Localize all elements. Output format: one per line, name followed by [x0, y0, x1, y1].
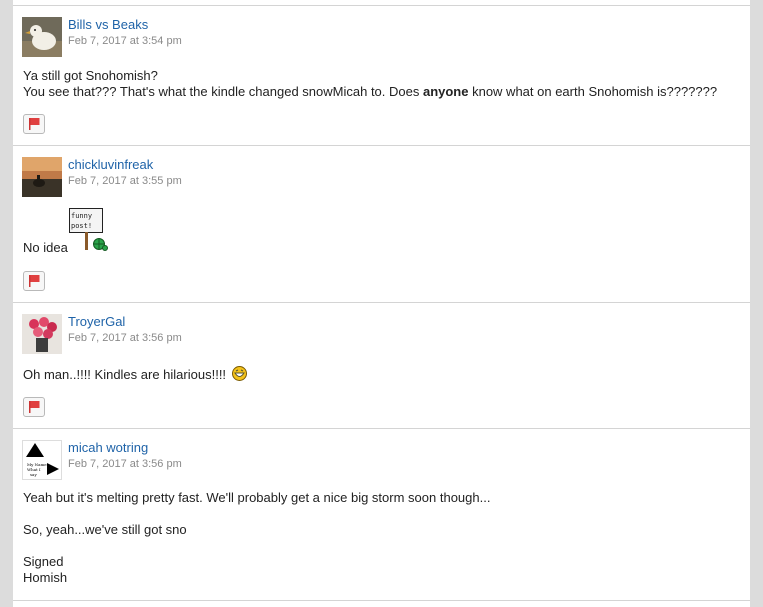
avatar[interactable] — [22, 17, 62, 57]
comment-post: My Name What I say micah wotring Feb 7, … — [13, 428, 750, 601]
post-timestamp: Feb 7, 2017 at 3:54 pm — [68, 35, 182, 47]
svg-text:funny: funny — [71, 212, 92, 220]
post-text-part: Oh man..!!!! Kindles are hilarious!!!! — [23, 367, 227, 382]
post-text: No idea — [23, 240, 68, 255]
svg-text:post!: post! — [71, 222, 92, 230]
flag-icon — [29, 275, 40, 287]
comment-post: TroyerGal Feb 7, 2017 at 3:56 pm Oh man.… — [13, 302, 750, 429]
avatar[interactable]: My Name What I say — [22, 440, 62, 480]
flag-icon — [29, 118, 40, 130]
post-text: Homish — [23, 570, 68, 585]
author-name[interactable]: chickluvinfreak — [68, 157, 153, 172]
author-name[interactable]: micah wotring — [68, 440, 148, 455]
author-name[interactable]: Bills vs Beaks — [68, 17, 148, 32]
post-text-part: You see that??? That's what the kindle c… — [23, 84, 423, 99]
svg-text:say: say — [30, 472, 37, 477]
post-text-part: know what on earth Snohomish is??????? — [468, 84, 718, 99]
post-text: Ya still got Snohomish? — [23, 68, 158, 83]
post-text: Oh man..!!!! Kindles are hilarious!!!! — [23, 366, 247, 383]
flag-icon — [29, 401, 40, 413]
laughing-smiley-icon — [231, 366, 247, 381]
funny-post-sign-icon: funny post! — [69, 208, 108, 251]
comment-post: Bills vs Beaks Feb 7, 2017 at 3:54 pm Ya… — [13, 5, 750, 146]
post-timestamp: Feb 7, 2017 at 3:56 pm — [68, 458, 182, 470]
comment-thread: Bills vs Beaks Feb 7, 2017 at 3:54 pm Ya… — [13, 0, 750, 607]
flag-button[interactable] — [23, 271, 45, 291]
avatar[interactable] — [22, 157, 62, 197]
flag-button[interactable] — [23, 114, 45, 134]
post-text: Signed — [23, 554, 64, 569]
post-text: You see that??? That's what the kindle c… — [23, 84, 717, 100]
divider — [13, 600, 750, 601]
avatar[interactable] — [22, 314, 62, 354]
author-name[interactable]: TroyerGal — [68, 314, 125, 329]
emphasis-text: anyone — [422, 84, 469, 99]
comment-post: chickluvinfreak Feb 7, 2017 at 3:55 pm N… — [13, 145, 750, 303]
flag-button[interactable] — [23, 397, 45, 417]
post-text: Yeah but it's melting pretty fast. We'll… — [23, 490, 491, 505]
post-text: So, yeah...we've still got sno — [23, 522, 187, 537]
post-timestamp: Feb 7, 2017 at 3:55 pm — [68, 175, 182, 187]
post-timestamp: Feb 7, 2017 at 3:56 pm — [68, 332, 182, 344]
